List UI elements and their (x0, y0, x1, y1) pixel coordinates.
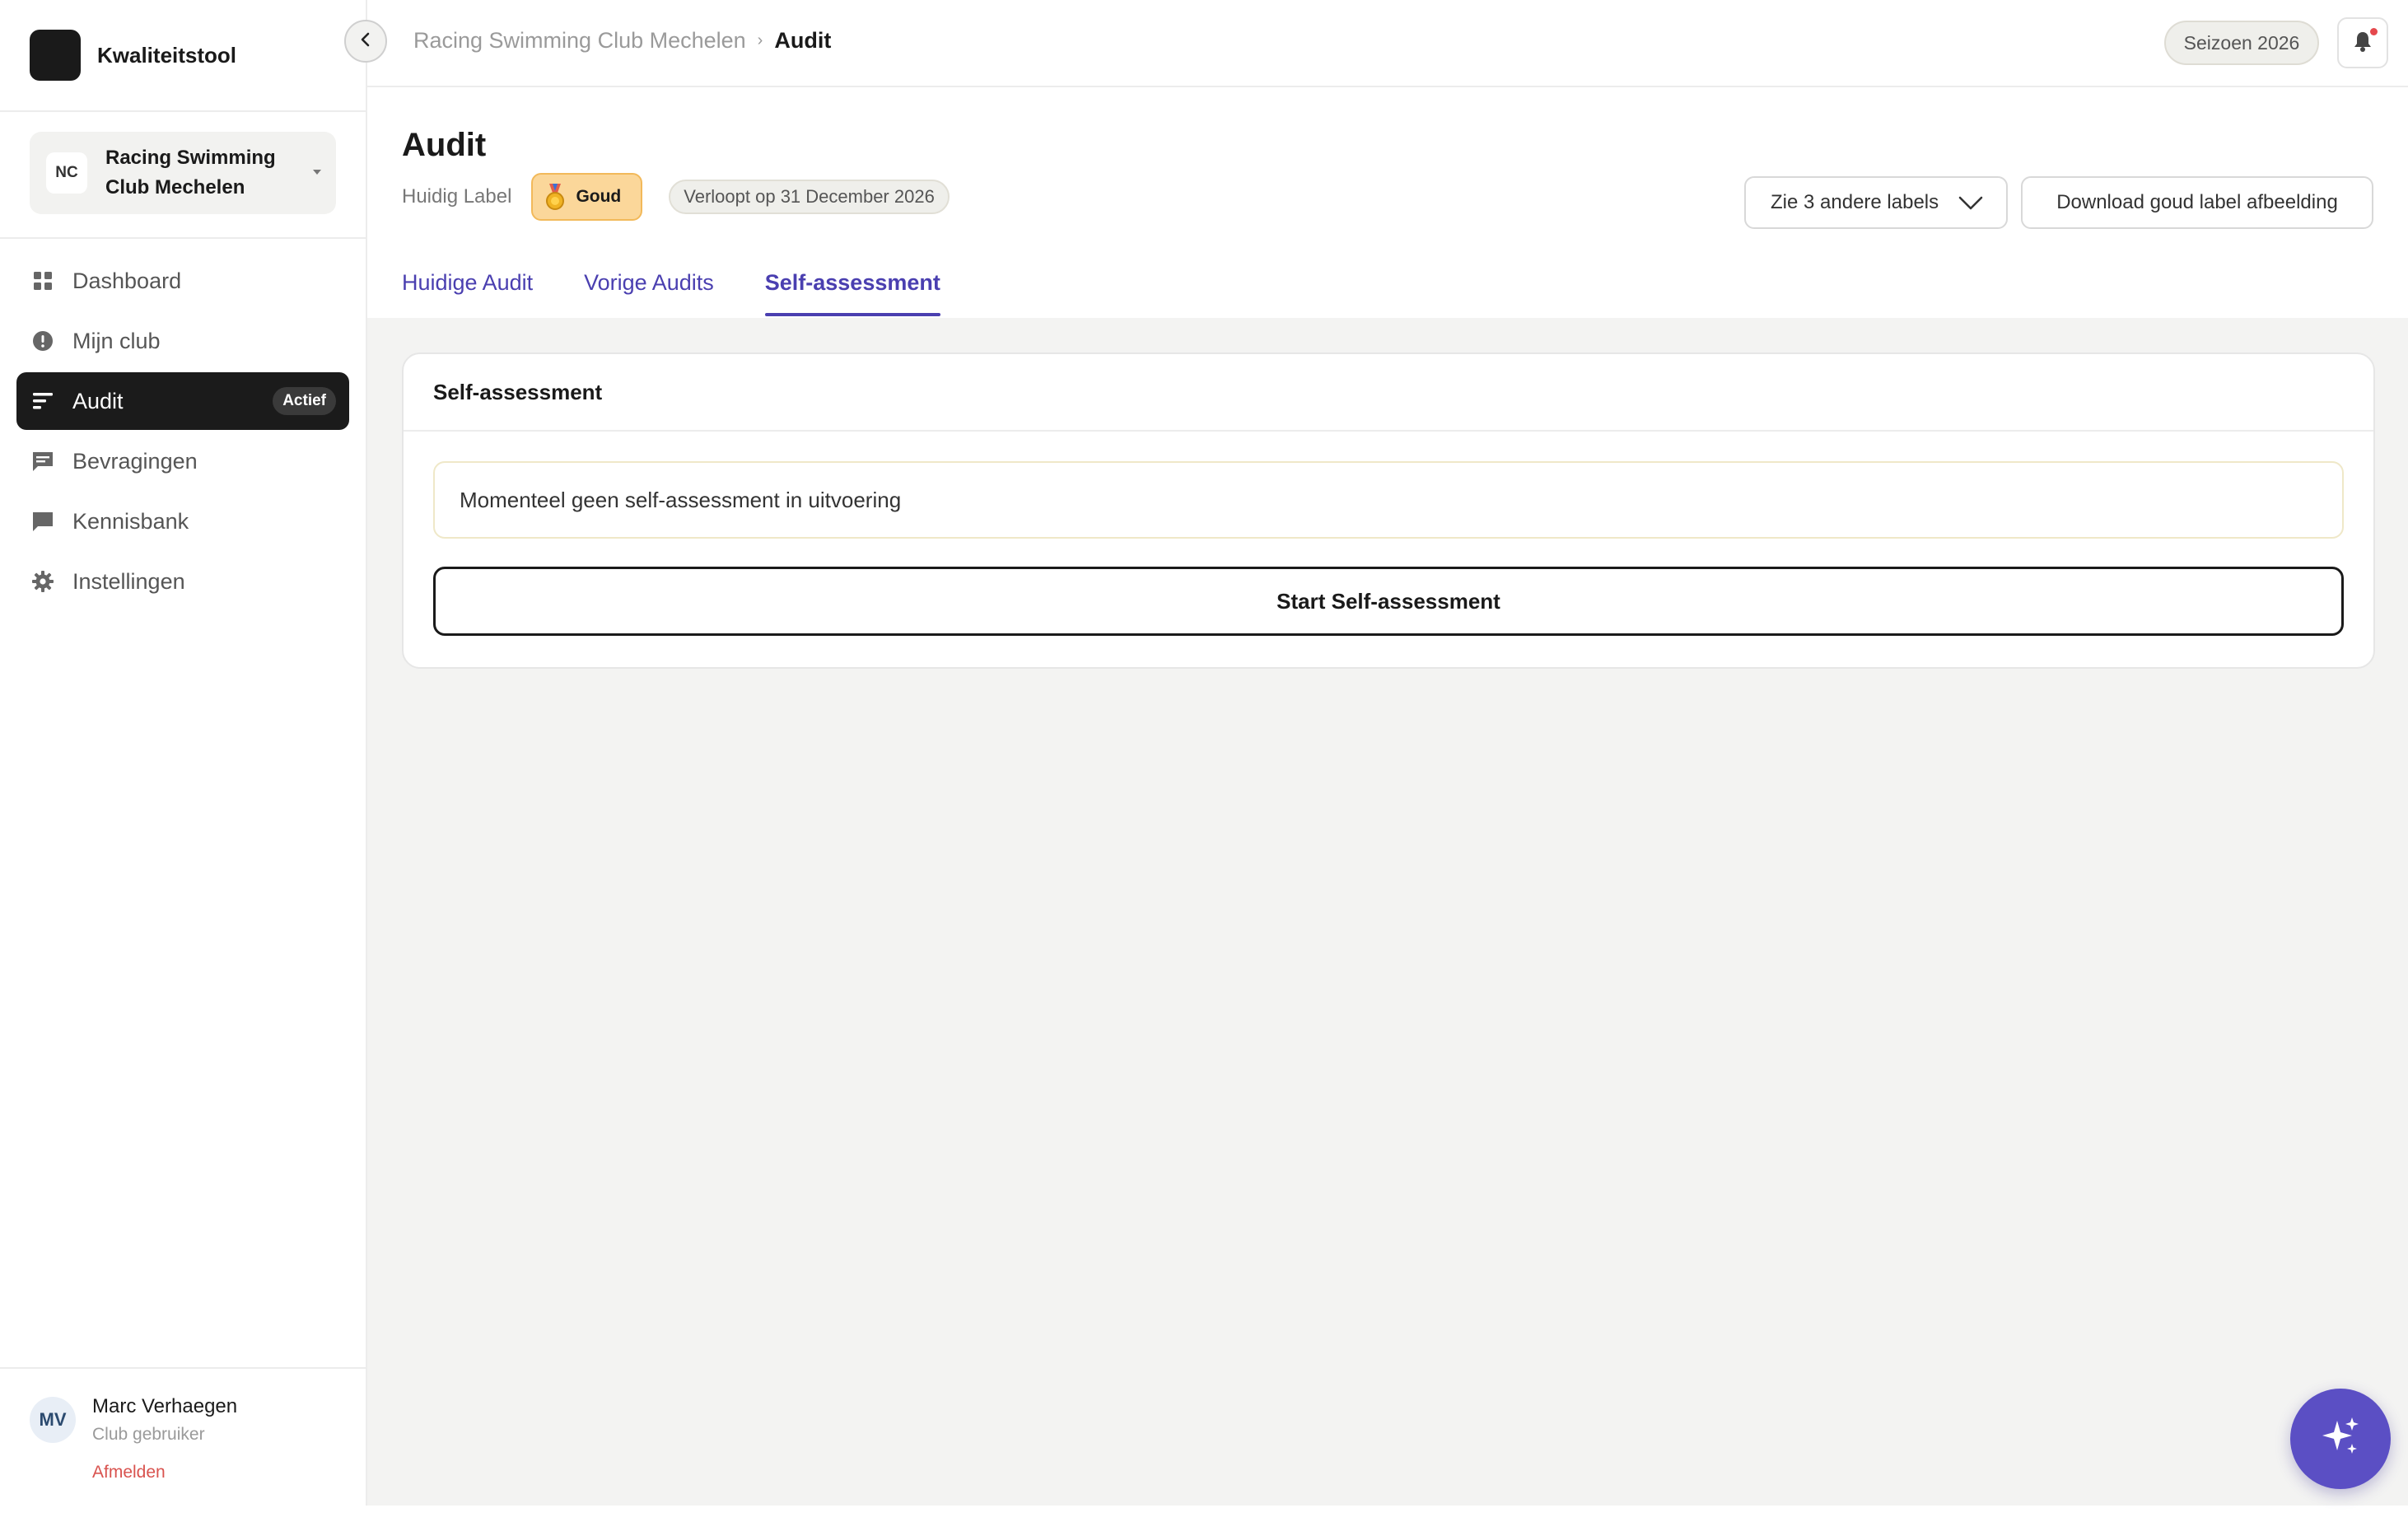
gold-label-badge: Goud (531, 173, 643, 221)
other-labels-dropdown[interactable]: Zie 3 andere labels (1744, 176, 2008, 229)
caret-down-icon (313, 170, 321, 175)
topbar: Racing Swimming Club Mechelen › Audit Se… (367, 0, 2408, 87)
brand-logo (30, 30, 81, 81)
start-self-assessment-button[interactable]: Start Self-assessment (433, 567, 2344, 636)
sidebar-item-label: Instellingen (72, 568, 185, 594)
ai-assistant-button[interactable] (2290, 1389, 2391, 1489)
collapse-sidebar-button[interactable] (344, 20, 387, 63)
org-section: NC Racing Swimming Club Mechelen (0, 112, 366, 239)
list-icon (31, 390, 54, 413)
content-area: Self-assessment Momenteel geen self-asse… (367, 318, 2408, 1506)
sidebar-item-label: Dashboard (72, 268, 182, 293)
self-assessment-card: Self-assessment Momenteel geen self-asse… (402, 352, 2375, 669)
avatar: MV (30, 1397, 76, 1443)
page-title: Audit (402, 127, 487, 163)
logout-link[interactable]: Afmelden (92, 1463, 166, 1482)
org-selector[interactable]: NC Racing Swimming Club Mechelen (30, 132, 336, 214)
user-panel: MV Marc Verhaegen Club gebruiker Afmelde… (0, 1367, 366, 1506)
sidebar-item-label: Kennisbank (72, 508, 189, 534)
sidebar-item-dashboard[interactable]: Dashboard (16, 252, 349, 310)
notification-dot (2370, 28, 2378, 35)
sidebar-item-audit[interactable]: Audit Actief (16, 372, 349, 430)
gear-icon (31, 570, 54, 593)
season-badge[interactable]: Seizoen 2026 (2164, 21, 2319, 65)
medal-icon (544, 183, 566, 211)
download-label-button[interactable]: Download goud label afbeelding (2021, 176, 2373, 229)
tab-self-assessment[interactable]: Self-assessment (764, 270, 941, 318)
sidebar-item-kennisbank[interactable]: Kennisbank (16, 493, 349, 550)
label-row: Huidig Label Goud Verloopt op 31 Decembe… (402, 173, 950, 221)
tab-huidige-audit[interactable]: Huidige Audit (402, 270, 533, 318)
brand-name: Kwaliteitstool (97, 42, 237, 68)
breadcrumb: Racing Swimming Club Mechelen › Audit (413, 28, 831, 54)
sidebar-item-label: Bevragingen (72, 448, 198, 474)
brand: Kwaliteitstool (0, 0, 366, 112)
breadcrumb-current: Audit (774, 28, 832, 53)
message-icon (31, 450, 54, 473)
org-name: Racing Swimming Club Mechelen (105, 147, 276, 198)
sparkles-icon (2317, 1414, 2364, 1464)
sidebar-item-instellingen[interactable]: Instellingen (16, 553, 349, 610)
empty-state-notice: Momenteel geen self-assessment in uitvoe… (433, 461, 2344, 539)
notifications-button[interactable] (2337, 17, 2388, 68)
alert-circle-icon (31, 329, 54, 352)
chevron-down-icon (1958, 193, 1983, 218)
breadcrumb-separator: › (757, 31, 763, 49)
sidebar-item-bevragingen[interactable]: Bevragingen (16, 432, 349, 490)
chevron-left-icon (357, 31, 374, 52)
sidebar-item-label: Mijn club (72, 328, 161, 353)
card-title: Self-assessment (404, 354, 2373, 432)
sidebar-nav: Dashboard Mijn club Audit Actief Bevragi… (0, 239, 366, 610)
sidebar: Kwaliteitstool NC Racing Swimming Club M… (0, 0, 367, 1506)
expiry-badge: Verloopt op 31 December 2026 (669, 180, 950, 214)
page-bottom-strip (0, 1506, 2408, 1522)
page-header: Audit Huidig Label Goud Verloopt op 31 D… (367, 87, 2408, 318)
chat-icon (31, 510, 54, 533)
status-badge: Actief (273, 387, 336, 415)
org-avatar: NC (46, 152, 87, 194)
tab-vorige-audits[interactable]: Vorige Audits (584, 270, 714, 318)
sidebar-item-mijn-club[interactable]: Mijn club (16, 312, 349, 370)
tab-bar: Huidige Audit Vorige Audits Self-assessm… (402, 270, 992, 318)
other-labels-label: Zie 3 andere labels (1771, 191, 1939, 213)
breadcrumb-parent[interactable]: Racing Swimming Club Mechelen (413, 28, 746, 54)
grid-icon (31, 269, 54, 292)
label-caption: Huidig Label (402, 185, 512, 208)
download-label-text: Download goud label afbeelding (2056, 191, 2338, 213)
user-name: Marc Verhaegen (92, 1395, 238, 1417)
gold-label-text: Goud (576, 187, 622, 206)
sidebar-item-label: Audit (72, 388, 124, 413)
user-role: Club gebruiker (92, 1425, 205, 1444)
